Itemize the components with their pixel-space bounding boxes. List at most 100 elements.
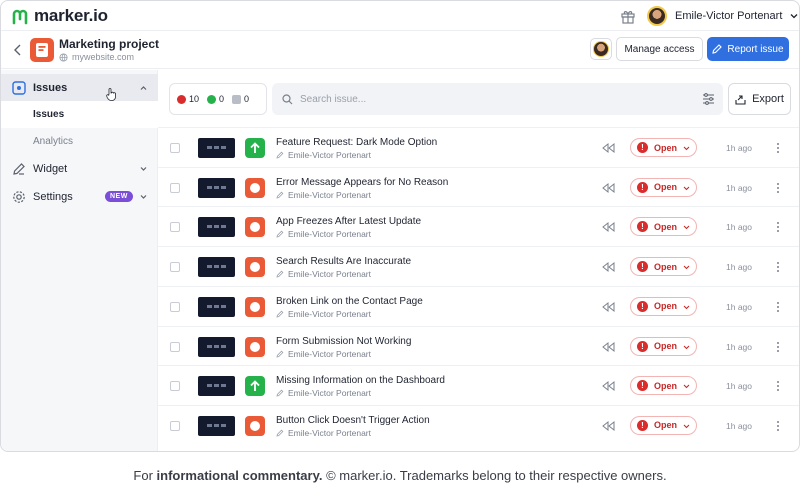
- table-row[interactable]: Search Results Are Inaccurate Emile-Victo…: [158, 246, 799, 286]
- logo[interactable]: marker.io: [11, 6, 108, 26]
- replay-icon[interactable]: [601, 182, 615, 194]
- row-checkbox[interactable]: [170, 301, 180, 312]
- back-arrow-icon[interactable]: [13, 44, 23, 56]
- issue-title[interactable]: Search Results Are Inaccurate: [276, 256, 411, 267]
- row-checkbox[interactable]: [170, 420, 180, 431]
- table-row[interactable]: Broken Link on the Contact Page Emile-Vic…: [158, 285, 799, 326]
- user-name: Emile-Victor Portenart: [675, 10, 783, 22]
- priority-icon: [245, 257, 265, 278]
- screenshot-thumbnail[interactable]: [198, 376, 235, 397]
- export-button[interactable]: Export: [728, 83, 791, 115]
- replay-icon[interactable]: [601, 142, 615, 154]
- issue-author: Emile-Victor Portenart: [276, 388, 371, 398]
- replay-icon[interactable]: [601, 341, 615, 353]
- status-dropdown[interactable]: ! Open: [630, 336, 697, 356]
- screenshot-thumbnail[interactable]: [198, 138, 235, 158]
- issue-counters[interactable]: 10 0 0: [169, 83, 267, 115]
- footer-note: For informational commentary. © marker.i…: [0, 468, 800, 483]
- sidebar-subitem-analytics[interactable]: Analytics: [1, 128, 158, 155]
- issue-title[interactable]: Error Message Appears for No Reason: [276, 177, 448, 188]
- issue-title[interactable]: Broken Link on the Contact Page: [276, 296, 423, 307]
- gift-icon[interactable]: [620, 8, 636, 24]
- issue-time: 1h ago: [726, 381, 752, 392]
- chevron-down-icon: [683, 186, 690, 190]
- more-options-icon[interactable]: [776, 419, 780, 433]
- issue-author-name: Emile-Victor Portenart: [288, 229, 371, 240]
- report-issue-button[interactable]: Report issue: [707, 37, 789, 61]
- table-row[interactable]: Button Click Doesn't Trigger Action Emile…: [158, 404, 799, 445]
- row-checkbox[interactable]: [170, 222, 180, 233]
- more-options-icon[interactable]: [776, 220, 780, 234]
- sidebar-item-issues[interactable]: Issues: [1, 74, 158, 102]
- row-checkbox[interactable]: [170, 143, 180, 153]
- alert-icon: !: [637, 300, 648, 312]
- chevron-down-icon: [683, 424, 690, 429]
- table-row[interactable]: Feature Request: Dark Mode Option Emile-V…: [158, 127, 799, 167]
- row-checkbox[interactable]: [170, 341, 180, 352]
- status-dropdown[interactable]: ! Open: [630, 296, 697, 316]
- table-row[interactable]: Missing Information on the Dashboard Emil…: [158, 365, 799, 405]
- sidebar-subitem-issues[interactable]: Issues: [1, 101, 158, 128]
- replay-icon[interactable]: [601, 301, 615, 313]
- sidebar-item-settings[interactable]: Settings NEW: [1, 183, 158, 211]
- manage-access-button[interactable]: Manage access: [616, 37, 703, 61]
- more-options-icon[interactable]: [776, 141, 780, 155]
- logo-text: marker.io: [34, 6, 108, 25]
- alert-icon: !: [637, 221, 648, 233]
- user-menu[interactable]: Emile-Victor Portenart: [647, 6, 798, 26]
- table-row[interactable]: App Freezes After Latest Update Emile-Vic…: [158, 206, 799, 246]
- sidebar-item-widget[interactable]: Widget: [1, 155, 158, 183]
- replay-icon[interactable]: [601, 420, 615, 432]
- marker-logo-icon: [12, 9, 28, 25]
- screenshot-thumbnail[interactable]: [198, 177, 235, 198]
- counter-grey-value: 0: [244, 94, 250, 104]
- chevron-down-icon: [683, 345, 690, 349]
- status-dropdown[interactable]: ! Open: [630, 217, 697, 237]
- alert-icon: !: [637, 380, 648, 392]
- issue-title[interactable]: Form Submission Not Working: [276, 336, 411, 347]
- chevron-down-icon: [683, 265, 690, 270]
- chevron-up-icon: [140, 86, 147, 90]
- status-dropdown[interactable]: ! Open: [630, 177, 697, 197]
- row-checkbox[interactable]: [170, 262, 180, 273]
- row-checkbox[interactable]: [170, 381, 180, 392]
- screenshot-thumbnail[interactable]: [198, 415, 235, 436]
- status-dropdown[interactable]: ! Open: [630, 138, 697, 157]
- more-options-icon[interactable]: [776, 340, 780, 354]
- issue-title[interactable]: App Freezes After Latest Update: [276, 216, 421, 227]
- issue-title[interactable]: Button Click Doesn't Trigger Action: [276, 415, 430, 426]
- screenshot-thumbnail[interactable]: [198, 257, 235, 278]
- replay-icon[interactable]: [601, 380, 615, 392]
- chevron-down-icon: [140, 167, 147, 171]
- replay-icon[interactable]: [601, 261, 615, 273]
- circle-icon: [250, 222, 260, 233]
- issue-author-name: Emile-Victor Portenart: [288, 388, 371, 399]
- more-options-icon[interactable]: [776, 300, 780, 314]
- screenshot-thumbnail[interactable]: [198, 336, 235, 357]
- status-dropdown[interactable]: ! Open: [630, 376, 697, 396]
- table-row[interactable]: Form Submission Not Working Emile-Victor …: [158, 325, 799, 366]
- more-options-icon[interactable]: [776, 260, 780, 274]
- issue-author: Emile-Victor Portenart: [276, 190, 371, 200]
- status-dropdown[interactable]: ! Open: [630, 257, 697, 277]
- row-checkbox[interactable]: [170, 182, 180, 193]
- project-title: Marketing project: [59, 37, 160, 51]
- issue-title[interactable]: Missing Information on the Dashboard: [276, 375, 445, 386]
- search-input[interactable]: [300, 91, 680, 107]
- hand-cursor-icon: [106, 88, 116, 101]
- member-avatar[interactable]: [590, 38, 612, 60]
- table-row[interactable]: Error Message Appears for No Reason Emile…: [158, 166, 799, 207]
- status-dropdown[interactable]: ! Open: [630, 415, 697, 435]
- filter-icon[interactable]: [702, 93, 715, 105]
- issue-title[interactable]: Feature Request: Dark Mode Option: [276, 137, 437, 148]
- circle-icon: [250, 301, 260, 312]
- project-url-text: mywebsite.com: [72, 52, 135, 62]
- replay-icon[interactable]: [601, 221, 615, 233]
- sidebar: Issues Issues Analytics Widget Settings …: [1, 70, 158, 451]
- status-label: Open: [654, 142, 678, 153]
- screenshot-thumbnail[interactable]: [198, 296, 235, 317]
- more-options-icon[interactable]: [776, 181, 780, 195]
- more-options-icon[interactable]: [776, 379, 780, 393]
- screenshot-thumbnail[interactable]: [198, 217, 235, 238]
- issue-author-name: Emile-Victor Portenart: [288, 427, 371, 438]
